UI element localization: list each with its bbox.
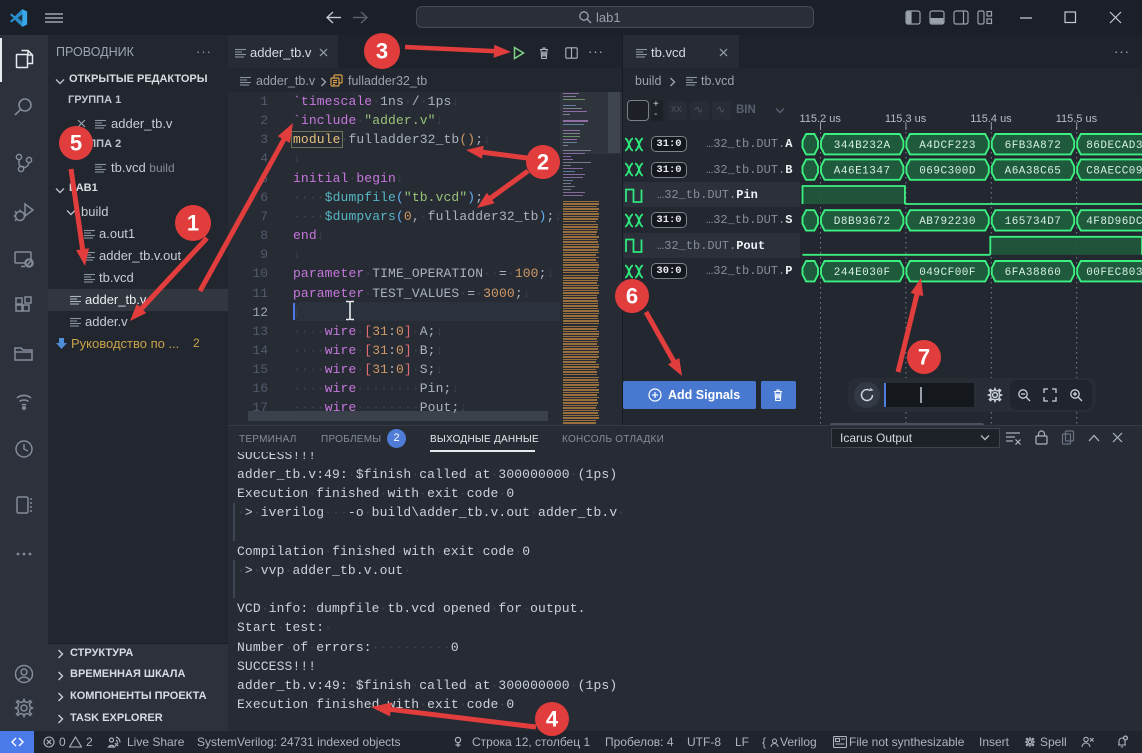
svg-text:049CF00F: 049CF00F <box>919 267 976 279</box>
svg-text:A4DCF223: A4DCF223 <box>919 140 976 152</box>
svg-text:86DECAD3: 86DECAD3 <box>1086 140 1142 152</box>
svg-text:A46E1347: A46E1347 <box>834 165 891 177</box>
svg-text:6FB3A872: 6FB3A872 <box>1005 140 1062 152</box>
svg-text:069C300D: 069C300D <box>919 165 976 177</box>
svg-text:AB792230: AB792230 <box>919 216 976 228</box>
svg-text:4F8D96DC: 4F8D96DC <box>1086 216 1142 228</box>
svg-text:A6A38C65: A6A38C65 <box>1005 165 1062 177</box>
svg-text:6FA38860: 6FA38860 <box>1005 267 1062 279</box>
svg-text:00FEC803: 00FEC803 <box>1086 267 1142 279</box>
svg-text:C8AECC09: C8AECC09 <box>1086 165 1142 177</box>
svg-text:244E030F: 244E030F <box>834 267 891 279</box>
svg-text:D8B93672: D8B93672 <box>834 216 891 228</box>
svg-text:344B232A: 344B232A <box>834 140 891 152</box>
svg-text:165734D7: 165734D7 <box>1005 216 1062 228</box>
